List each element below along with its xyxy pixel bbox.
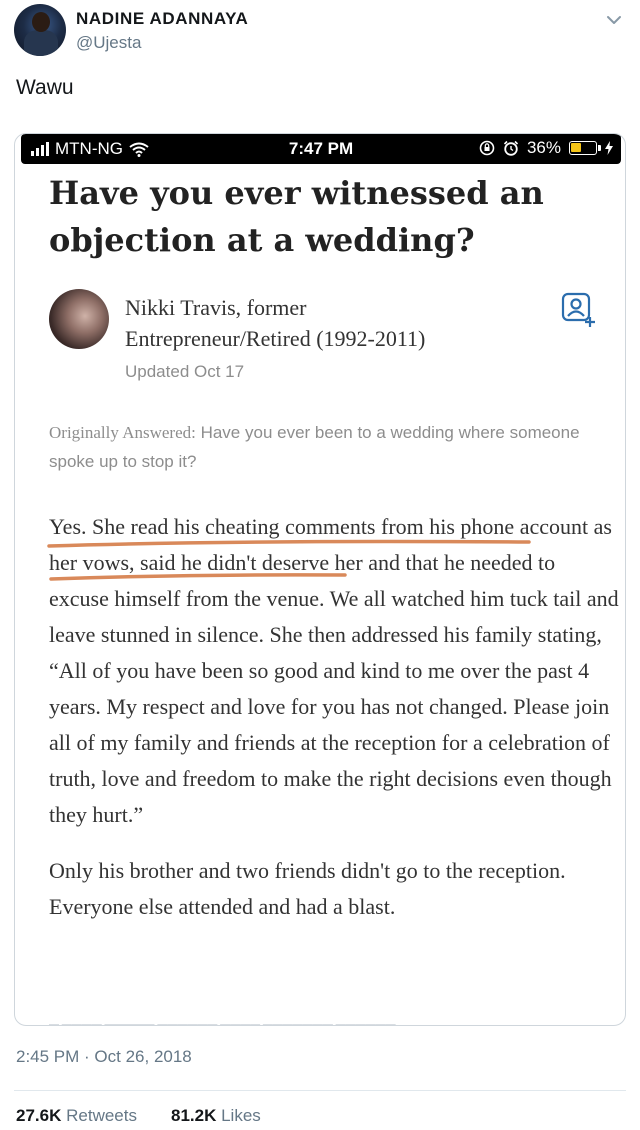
retweets-stat[interactable]: 27.6K Retweets <box>16 1106 137 1126</box>
likes-stat[interactable]: 81.2K Likes <box>171 1106 261 1126</box>
tweet-header: NADINE ADANNAYA @Ujesta <box>14 4 626 64</box>
answer-paragraph: Only his brother and two friends didn't … <box>49 858 566 919</box>
avatar[interactable] <box>14 4 66 56</box>
battery-percent: 36% <box>526 138 561 157</box>
tweet-text: Wawu <box>16 76 74 99</box>
engagement-stats: 27.6K Retweets 81.2K Likes <box>16 1106 261 1126</box>
author-line-2: Entrepreneur/Retired (1992-2011) <box>125 326 426 351</box>
originally-label: Originally Answered: <box>49 423 196 442</box>
media-card[interactable]: MTN-NG 7:47 PM 36% Have you ever witness… <box>14 133 626 1026</box>
likes-count: 81.2K <box>170 1106 217 1125</box>
chevron-down-icon[interactable] <box>604 10 624 30</box>
answer-paragraph: Yes. She read his cheating comments from… <box>49 514 619 827</box>
charging-icon <box>605 141 613 155</box>
display-name[interactable]: NADINE ADANNAYA <box>76 9 248 29</box>
divider <box>14 1090 626 1091</box>
retweets-count: 27.6K <box>16 1106 62 1125</box>
phone-status-bar: MTN-NG 7:47 PM 36% <box>21 134 621 164</box>
likes-label: Likes <box>221 1106 261 1125</box>
author-avatar <box>49 289 109 349</box>
alarm-icon <box>503 140 519 156</box>
user-handle[interactable]: @Ujesta <box>76 33 141 53</box>
author-credential: Nikki Travis, former Entrepreneur/Retire… <box>125 292 425 354</box>
answer-body: Yes. She read his cheating comments from… <box>49 509 619 945</box>
truncated-line: ▬ ▬▬▬▬ ▬▬▬▬▬ ▬▬▬▬▬▬ ▬▬▬▬ ▬▬▬▬▬▬▬ ▬▬▬▬▬▬ <box>49 1019 396 1025</box>
rotation-lock-icon <box>479 140 495 156</box>
follow-person-icon <box>561 292 595 327</box>
retweets-label: Retweets <box>66 1106 137 1125</box>
battery-icon <box>569 141 601 155</box>
originally-answered: Originally Answered: Have you ever been … <box>49 418 609 476</box>
tweet-timestamp[interactable]: 2:45 PM · Oct 26, 2018 <box>16 1047 192 1067</box>
author-line-1: Nikki Travis, former <box>125 295 307 320</box>
question-title: Have you ever witnessed an objection at … <box>49 174 544 259</box>
updated-date: Updated Oct 17 <box>125 362 245 381</box>
